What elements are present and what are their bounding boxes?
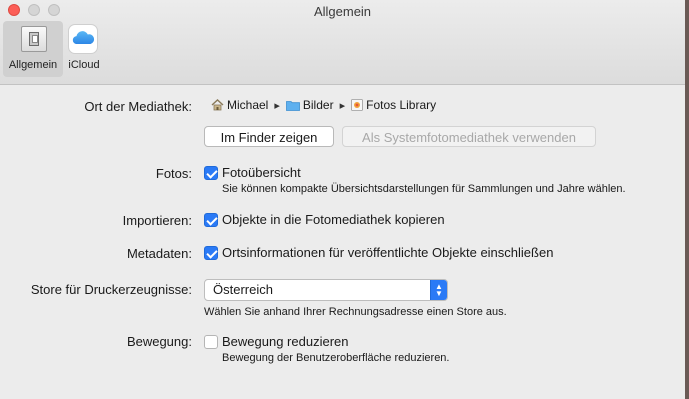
metadata-label: Metadaten: xyxy=(126,246,192,261)
desktop-background xyxy=(685,0,689,399)
path-separator-icon: ▸ xyxy=(274,99,280,112)
tab-icloud-label: iCloud xyxy=(68,59,100,71)
general-icon xyxy=(21,26,47,52)
print-store-label: Store für Druckerzeugnisse: xyxy=(30,282,192,297)
copy-to-library-label: Objekte in die Fotomediathek kopieren xyxy=(222,212,445,227)
folder-icon xyxy=(285,100,300,111)
photos-overview-label: Fotoübersicht xyxy=(222,165,301,180)
photos-overview-checkbox[interactable] xyxy=(204,166,218,180)
print-store-value: Österreich xyxy=(213,282,273,297)
library-path: Michael ▸ Bilder ▸ Fotos Library xyxy=(211,97,438,113)
path-separator-icon: ▸ xyxy=(339,99,346,112)
show-in-finder-button[interactable]: Im Finder zeigen xyxy=(204,126,334,147)
print-store-description: Wählen Sie anhand Ihrer Rechnungsadresse… xyxy=(204,306,507,318)
reduce-motion-description: Bewegung der Benutzeroberfläche reduzier… xyxy=(222,352,450,364)
path-item-folder[interactable]: Bilder xyxy=(303,98,334,112)
select-arrows-icon: ▲ ▼ xyxy=(430,280,447,300)
import-label: Importieren: xyxy=(122,213,192,228)
tab-general-label: Allgemein xyxy=(8,59,58,71)
reduce-motion-label: Bewegung reduzieren xyxy=(222,334,349,349)
icloud-icon xyxy=(68,24,98,54)
library-location-label: Ort der Mediathek: xyxy=(84,99,192,114)
tab-icloud[interactable]: iCloud xyxy=(64,21,104,77)
photos-overview-description: Sie können kompakte Übersichtsdarstellun… xyxy=(222,183,626,195)
tab-general[interactable]: Allgemein xyxy=(3,21,63,77)
photos-library-icon xyxy=(351,99,364,111)
window-title: Allgemein xyxy=(313,4,372,19)
use-as-system-library-button[interactable]: Als Systemfotomediathek verwenden xyxy=(342,126,596,147)
home-icon xyxy=(211,99,224,111)
path-item-home[interactable]: Michael xyxy=(227,98,268,112)
motion-label: Bewegung: xyxy=(126,334,192,349)
photos-label: Fotos: xyxy=(155,166,192,181)
titlebar: Allgemein Allgemein iCloud xyxy=(0,0,685,85)
print-store-select[interactable]: Österreich ▲ ▼ xyxy=(204,279,448,301)
path-item-library[interactable]: Fotos Library xyxy=(366,98,436,112)
include-location-checkbox[interactable] xyxy=(204,246,218,260)
include-location-label: Ortsinformationen für veröffentlichte Ob… xyxy=(222,245,554,260)
copy-to-library-checkbox[interactable] xyxy=(204,213,218,227)
preferences-window: Allgemein Allgemein iCloud Ort der Media… xyxy=(0,0,685,399)
reduce-motion-checkbox[interactable] xyxy=(204,335,218,349)
